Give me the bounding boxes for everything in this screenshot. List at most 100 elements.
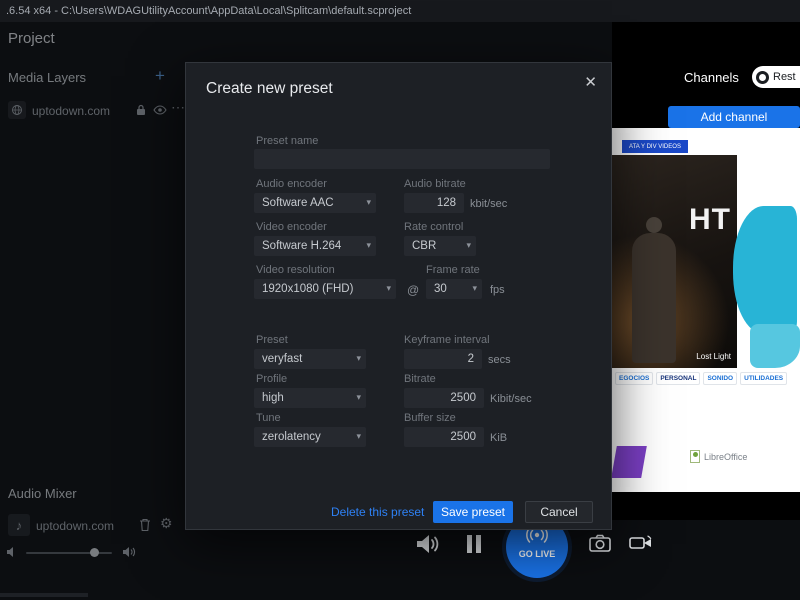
delete-preset-link[interactable]: Delete this preset: [331, 505, 424, 519]
scrollbar[interactable]: [0, 593, 88, 597]
video-encoder-select[interactable]: Software H.264 ▾: [254, 236, 376, 256]
music-note-icon: ♪: [16, 518, 23, 533]
channels-title: Channels: [684, 70, 739, 85]
category-chip[interactable]: UTILIDADES: [740, 372, 787, 385]
buffer-size-unit: KiB: [490, 432, 507, 444]
video-resolution-select[interactable]: 1920x1080 (FHD) ▾: [254, 279, 396, 299]
chevron-down-icon: ▾: [356, 431, 361, 442]
chevron-down-icon: ▾: [356, 392, 361, 403]
bitrate-unit: Kibit/sec: [490, 393, 532, 405]
webpage-preview: ATA Y DIV VIDEOS HT Lost Light EGOCIOS P…: [612, 128, 800, 492]
layer-name: uptodown.com: [32, 104, 110, 118]
keyframe-interval-input[interactable]: 2: [404, 349, 482, 369]
lock-icon[interactable]: [135, 104, 147, 116]
game-caption: Lost Light: [696, 352, 731, 361]
profile-select[interactable]: high ▾: [254, 388, 366, 408]
at-separator: @: [407, 283, 419, 297]
audio-mixer-title: Audio Mixer: [8, 486, 77, 501]
category-chip[interactable]: SONIDO: [703, 372, 737, 385]
project-title: Project: [8, 30, 55, 47]
libreoffice-row: LibreOffice: [690, 450, 747, 463]
audio-bitrate-input[interactable]: 128: [404, 193, 464, 213]
tune-value: zerolatency: [262, 431, 321, 443]
teal-graphic-2: [750, 324, 800, 368]
libreoffice-logo: [690, 450, 700, 463]
trash-icon[interactable]: [139, 518, 151, 532]
chevron-down-icon: ▾: [356, 353, 361, 364]
save-preset-button[interactable]: Save preset: [433, 501, 513, 523]
teal-graphic: [733, 206, 797, 334]
preset-name-input[interactable]: [254, 149, 550, 169]
buffer-size-label: Buffer size: [404, 412, 456, 424]
add-layer-button[interactable]: +: [155, 66, 165, 86]
mixer-item-icon: ♪: [8, 514, 30, 536]
game-figure: [632, 233, 676, 363]
add-channel-button[interactable]: Add channel: [668, 106, 800, 128]
frame-rate-unit: fps: [490, 284, 505, 296]
chevron-down-icon: ▾: [472, 283, 477, 294]
preset-name-label: Preset name: [256, 135, 318, 147]
category-chips: EGOCIOS PERSONAL SONIDO UTILIDADES: [615, 372, 787, 385]
video-resolution-label: Video resolution: [256, 264, 335, 276]
rate-control-value: CBR: [412, 240, 436, 252]
modal-title: Create new preset: [206, 80, 333, 98]
record-button[interactable]: [629, 535, 655, 551]
keyframe-interval-unit: secs: [488, 354, 511, 366]
audio-encoder-value: Software AAC: [262, 197, 334, 209]
preset-select[interactable]: veryfast ▾: [254, 349, 366, 369]
preset-label: Preset: [256, 334, 288, 346]
pause-button[interactable]: [467, 535, 482, 553]
bitrate-input[interactable]: 2500: [404, 388, 484, 408]
app-window: .6.54 x64 - C:\Users\WDAGUtilityAccount\…: [0, 0, 800, 600]
frame-rate-select[interactable]: 30 ▾: [426, 279, 482, 299]
keyframe-interval-label: Keyframe interval: [404, 334, 490, 346]
buffer-size-input[interactable]: 2500: [404, 427, 484, 447]
chevron-down-icon: ▾: [366, 197, 371, 208]
game-figure-head: [646, 217, 662, 233]
game-title-text: HT: [689, 203, 731, 237]
purple-graphic: [611, 446, 647, 478]
media-layers-title: Media Layers: [8, 70, 86, 85]
close-icon[interactable]: ✕: [584, 73, 597, 91]
gear-icon[interactable]: ⚙: [160, 515, 173, 532]
media-layer-row[interactable]: uptodown.com ⋯: [2, 99, 186, 123]
channels-panel: Channels Rest Add channel ATA Y DIV VIDE…: [612, 22, 800, 520]
audio-bitrate-unit: kbit/sec: [470, 198, 507, 210]
tune-select[interactable]: zerolatency ▾: [254, 427, 366, 447]
layer-source-icon: [8, 101, 26, 119]
volume-slider-thumb[interactable]: [90, 548, 99, 557]
bitrate-label: Bitrate: [404, 373, 436, 385]
rate-control-select[interactable]: CBR ▾: [404, 236, 476, 256]
video-encoder-value: Software H.264: [262, 240, 341, 252]
rate-control-label: Rate control: [404, 221, 463, 233]
create-preset-modal: Create new preset ✕ Preset name Audio en…: [185, 62, 612, 530]
category-chip[interactable]: EGOCIOS: [615, 372, 653, 385]
libreoffice-label: LibreOffice: [704, 452, 747, 462]
tune-label: Tune: [256, 412, 281, 424]
game-image: HT Lost Light: [612, 155, 737, 368]
chevron-down-icon: ▾: [386, 283, 391, 294]
preset-value: veryfast: [262, 353, 302, 365]
audio-encoder-select[interactable]: Software AAC ▾: [254, 193, 376, 213]
mixer-item-name: uptodown.com: [36, 519, 114, 533]
volume-slider-track[interactable]: [26, 552, 112, 554]
cancel-button[interactable]: Cancel: [525, 501, 593, 523]
promo-banner: ATA Y DIV VIDEOS: [622, 140, 688, 153]
snapshot-camera-button[interactable]: [589, 534, 611, 552]
restream-button[interactable]: Rest: [752, 66, 800, 88]
category-chip[interactable]: PERSONAL: [656, 372, 700, 385]
globe-icon: [11, 104, 23, 116]
layer-more-icon[interactable]: ⋯: [171, 99, 185, 116]
video-encoder-label: Video encoder: [256, 221, 327, 233]
chevron-down-icon: ▾: [366, 240, 371, 251]
pause-bar: [476, 535, 481, 553]
go-live-label: GO LIVE: [506, 549, 568, 559]
chevron-down-icon: ▾: [466, 240, 471, 251]
profile-value: high: [262, 392, 284, 404]
visibility-eye-icon[interactable]: [153, 105, 167, 115]
audio-bitrate-label: Audio bitrate: [404, 178, 466, 190]
volume-loud-icon[interactable]: [122, 546, 138, 558]
speaker-button[interactable]: [415, 532, 441, 556]
volume-mute-icon[interactable]: [6, 546, 20, 558]
restream-label: Rest: [773, 71, 796, 83]
